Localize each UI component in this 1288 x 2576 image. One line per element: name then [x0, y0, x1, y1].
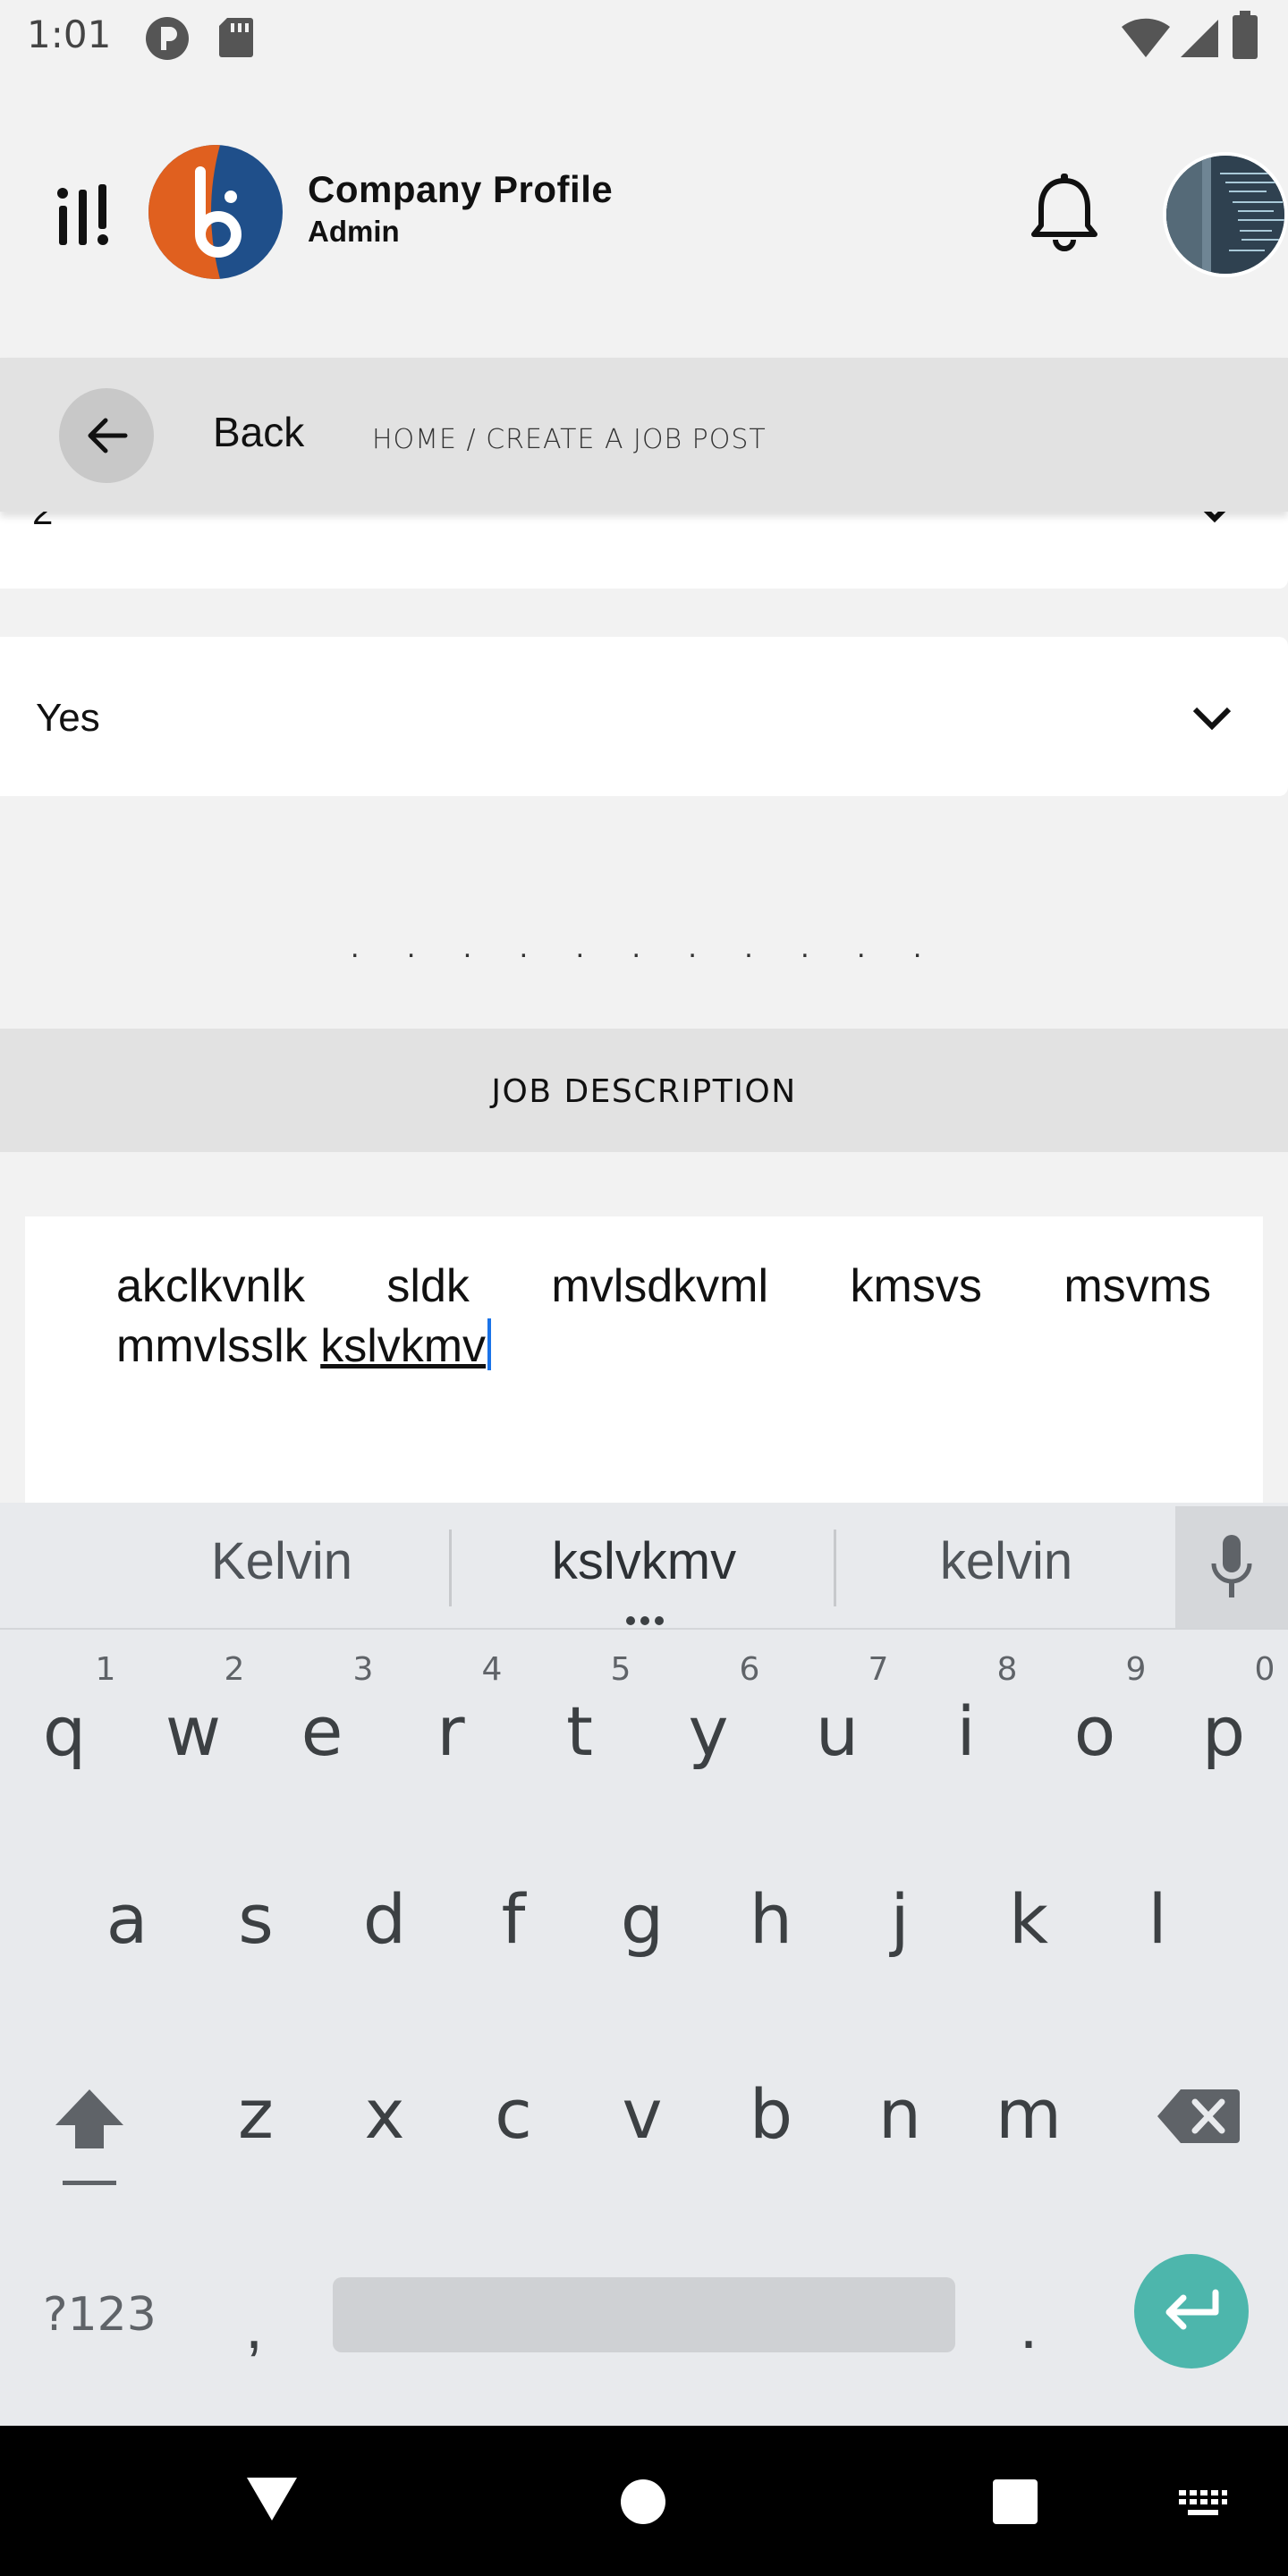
notification-bell-icon[interactable] [1027, 172, 1102, 254]
key-n[interactable]: n [855, 2080, 945, 2148]
sd-card-icon [219, 18, 253, 57]
key-hint-5: 5 [610, 1651, 631, 1688]
key-b[interactable]: b [726, 2080, 816, 2148]
key-m[interactable]: m [984, 2080, 1073, 2148]
key-x[interactable]: x [340, 2080, 429, 2148]
key-w[interactable]: w [148, 1698, 238, 1766]
key-t[interactable]: t [535, 1698, 624, 1766]
description-word: kmsvs [850, 1260, 982, 1312]
key-u[interactable]: u [792, 1698, 882, 1766]
key-p[interactable]: p [1179, 1698, 1268, 1766]
wifi-icon [1122, 18, 1170, 58]
key-e[interactable]: e [277, 1698, 367, 1766]
status-bar [0, 0, 1288, 75]
company-logo [148, 145, 283, 279]
key-o[interactable]: o [1050, 1698, 1140, 1766]
key-hint-7: 7 [868, 1651, 889, 1688]
shift-key[interactable] [45, 2080, 134, 2188]
symbols-key[interactable]: ?123 [43, 2288, 157, 2342]
description-text: mmvlsslk [116, 1320, 321, 1372]
select-field-yes-value: Yes [36, 696, 100, 740]
description-word: mvlsdkvml [551, 1260, 769, 1312]
suggestion-3[interactable]: kelvin [859, 1531, 1154, 1591]
dotted-divider: . . . . . . . . . . . [351, 930, 942, 964]
cell-signal-icon [1181, 20, 1218, 57]
key-h[interactable]: h [726, 1885, 816, 1953]
select-field-yes[interactable] [0, 637, 1288, 796]
space-bar[interactable] [333, 2277, 955, 2352]
key-d[interactable]: d [340, 1885, 429, 1953]
suggestion-divider [449, 1530, 452, 1606]
key-s[interactable]: s [211, 1885, 301, 1953]
key-i[interactable]: i [921, 1698, 1011, 1766]
keyboard-switch-icon[interactable] [1177, 2488, 1229, 2519]
key-hint-1: 1 [95, 1651, 116, 1688]
enter-arrow-icon [1165, 2289, 1219, 2330]
breadcrumb: HOME / CREATE A JOB POST [372, 424, 767, 455]
back-label[interactable]: Back [213, 408, 304, 456]
section-title: JOB DESCRIPTION [491, 1073, 797, 1110]
key-f[interactable]: f [469, 1885, 558, 1953]
user-role: Admin [308, 215, 400, 248]
key-r[interactable]: r [406, 1698, 496, 1766]
key-g[interactable]: g [597, 1885, 687, 1953]
description-word: sldk [386, 1260, 470, 1312]
menu-icon[interactable] [54, 179, 116, 250]
comma-key[interactable]: , [245, 2290, 263, 2363]
nav-home-icon[interactable] [619, 2478, 667, 2526]
key-hint-2: 2 [224, 1651, 245, 1688]
description-word: akclkvnlk [116, 1260, 305, 1312]
back-button[interactable] [59, 388, 154, 483]
company-name: Company Profile [308, 168, 614, 210]
battery-icon [1233, 11, 1258, 59]
more-suggestions-icon[interactable] [623, 1615, 667, 1626]
key-hint-0: 0 [1254, 1651, 1275, 1688]
key-hint-3: 3 [352, 1651, 374, 1688]
app-notification-icon [146, 17, 189, 60]
key-c[interactable]: c [469, 2080, 558, 2148]
chevron-down-icon[interactable] [1190, 705, 1234, 733]
key-q[interactable]: q [20, 1698, 109, 1766]
arrow-left-icon [88, 418, 128, 453]
key-z[interactable]: z [211, 2080, 301, 2148]
suggestion-2[interactable]: kslvkmv [465, 1531, 823, 1591]
nav-recents-icon[interactable] [991, 2478, 1039, 2526]
suggestion-1[interactable]: Kelvin [143, 1531, 420, 1591]
key-v[interactable]: v [597, 2080, 687, 2148]
key-hint-4: 4 [481, 1651, 503, 1688]
key-l[interactable]: l [1113, 1885, 1202, 1953]
voice-input-button[interactable] [1175, 1506, 1288, 1628]
period-key[interactable]: . [1020, 2290, 1038, 2363]
user-avatar[interactable] [1163, 152, 1288, 277]
suggestion-divider [834, 1530, 836, 1606]
backspace-key[interactable] [1154, 2084, 1243, 2148]
microphone-icon [1211, 1535, 1252, 1597]
nav-back-icon[interactable] [243, 2474, 301, 2524]
enter-key[interactable] [1134, 2254, 1249, 2368]
description-line-1: akclkvnlk sldk mvlsdkvml kmsvs msvms [116, 1259, 1211, 1313]
key-j[interactable]: j [855, 1885, 945, 1953]
text-caret [487, 1318, 492, 1370]
key-hint-8: 8 [996, 1651, 1018, 1688]
key-y[interactable]: y [664, 1698, 753, 1766]
key-k[interactable]: k [984, 1885, 1073, 1953]
description-word: msvms [1063, 1260, 1211, 1312]
description-line-2: mmvlsslk kslvkmv [116, 1318, 492, 1373]
key-hint-6: 6 [739, 1651, 760, 1688]
key-hint-9: 9 [1125, 1651, 1147, 1688]
key-a[interactable]: a [82, 1885, 172, 1953]
composing-word: kslvkmv [320, 1320, 487, 1372]
status-time: 1:01 [27, 13, 112, 56]
